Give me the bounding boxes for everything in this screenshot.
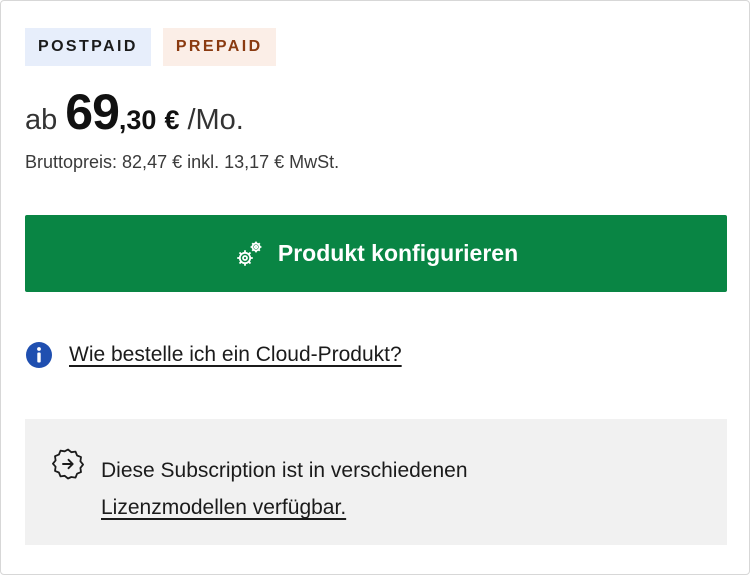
price-integer: 69	[65, 84, 120, 140]
order-help: Wie bestelle ich ein Cloud-Produkt?	[25, 341, 402, 369]
license-note-sentence: Diese Subscription ist in verschiedenen	[101, 459, 468, 482]
price-period: /Mo.	[187, 104, 244, 136]
gears-icon	[234, 239, 264, 269]
gross-price-text: Bruttopreis: 82,47 € inkl. 13,17 € MwSt.	[25, 152, 340, 172]
license-note: Diese Subscription ist in verschiedenen …	[25, 419, 727, 545]
price-decimal: ,30	[118, 105, 157, 135]
postpaid-badge: POSTPAID	[25, 28, 151, 66]
billing-badges: POSTPAID PREPAID	[25, 28, 276, 66]
badge-arrow-icon	[51, 447, 85, 481]
price-currency: €	[164, 105, 180, 135]
configure-product-button[interactable]: Produkt konfigurieren	[25, 215, 727, 292]
order-help-link[interactable]: Wie bestelle ich ein Cloud-Produkt?	[69, 343, 402, 367]
price-prefix: ab	[25, 104, 58, 136]
license-models-link[interactable]: Lizenzmodellen verfügbar.	[101, 496, 346, 519]
product-card: POSTPAID PREPAID ab 69 ,30 € /Mo. Brutto…	[0, 0, 750, 575]
price-display: ab 69 ,30 € /Mo.	[25, 83, 244, 143]
license-note-text: Diese Subscription ist in verschiedenen …	[101, 452, 468, 526]
info-icon	[25, 341, 53, 369]
configure-product-label: Produkt konfigurieren	[277, 240, 519, 266]
prepaid-badge: PREPAID	[162, 28, 276, 66]
